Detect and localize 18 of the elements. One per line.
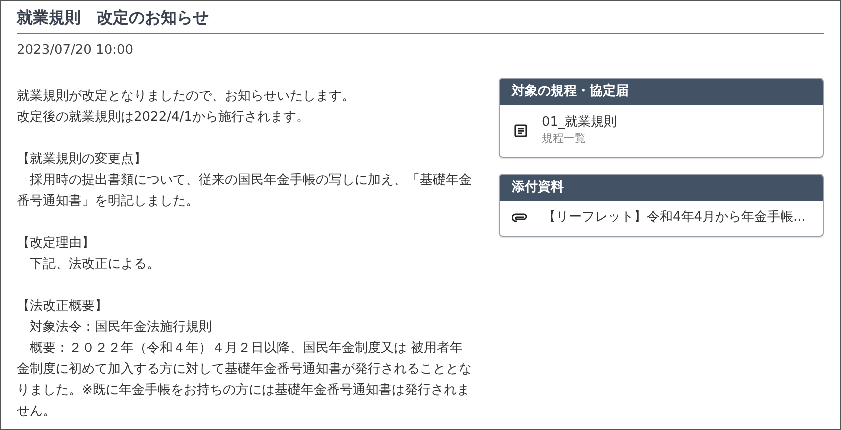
body-text: 概要：２０２２年（令和４年）４月２日以降、国民年金制度又は 被用者年金制度に初めて加入する方に対して基礎年金番号通知書が発行されることとなりました。※既に年金手帳をお持ちの方には基礎年金番号通知書は発行されません。 (17, 340, 473, 421)
attachment-link[interactable]: 【リーフレット】令和4年4月から年金手帳... (543, 210, 806, 226)
body-text: 下記、法改正による。 (29, 256, 161, 274)
body-text: 改定後の就業規則は2022/4/1から施行されます。 (17, 109, 310, 127)
document-category: 規程一覧 (542, 132, 587, 146)
card-header: 対象の規程・協定届 (500, 79, 823, 105)
paperclip-icon (512, 213, 528, 223)
document-icon (514, 124, 528, 138)
body-text: 対象法令：国民年金法施行規則 (29, 319, 213, 337)
body-text: 【改定理由】 (17, 235, 96, 253)
card-header: 添付資料 (500, 175, 823, 201)
body-text: 就業規則が改定となりましたので、お知らせいたします。 (17, 88, 356, 106)
document-link[interactable]: 01_就業規則 (542, 115, 618, 131)
body-text: 【法改正概要】 (17, 298, 109, 316)
body-text: 採用時の提出書類について、従来の国民年金手帳の写しに加え、「基礎年金番号通知書」を明記しました。 (17, 172, 473, 211)
page-title: 就業規則 改定のお知らせ (17, 7, 824, 34)
post-date: 2023/07/20 10:00 (17, 43, 135, 59)
body-text: 【就業規則の変更点】 (17, 151, 148, 169)
